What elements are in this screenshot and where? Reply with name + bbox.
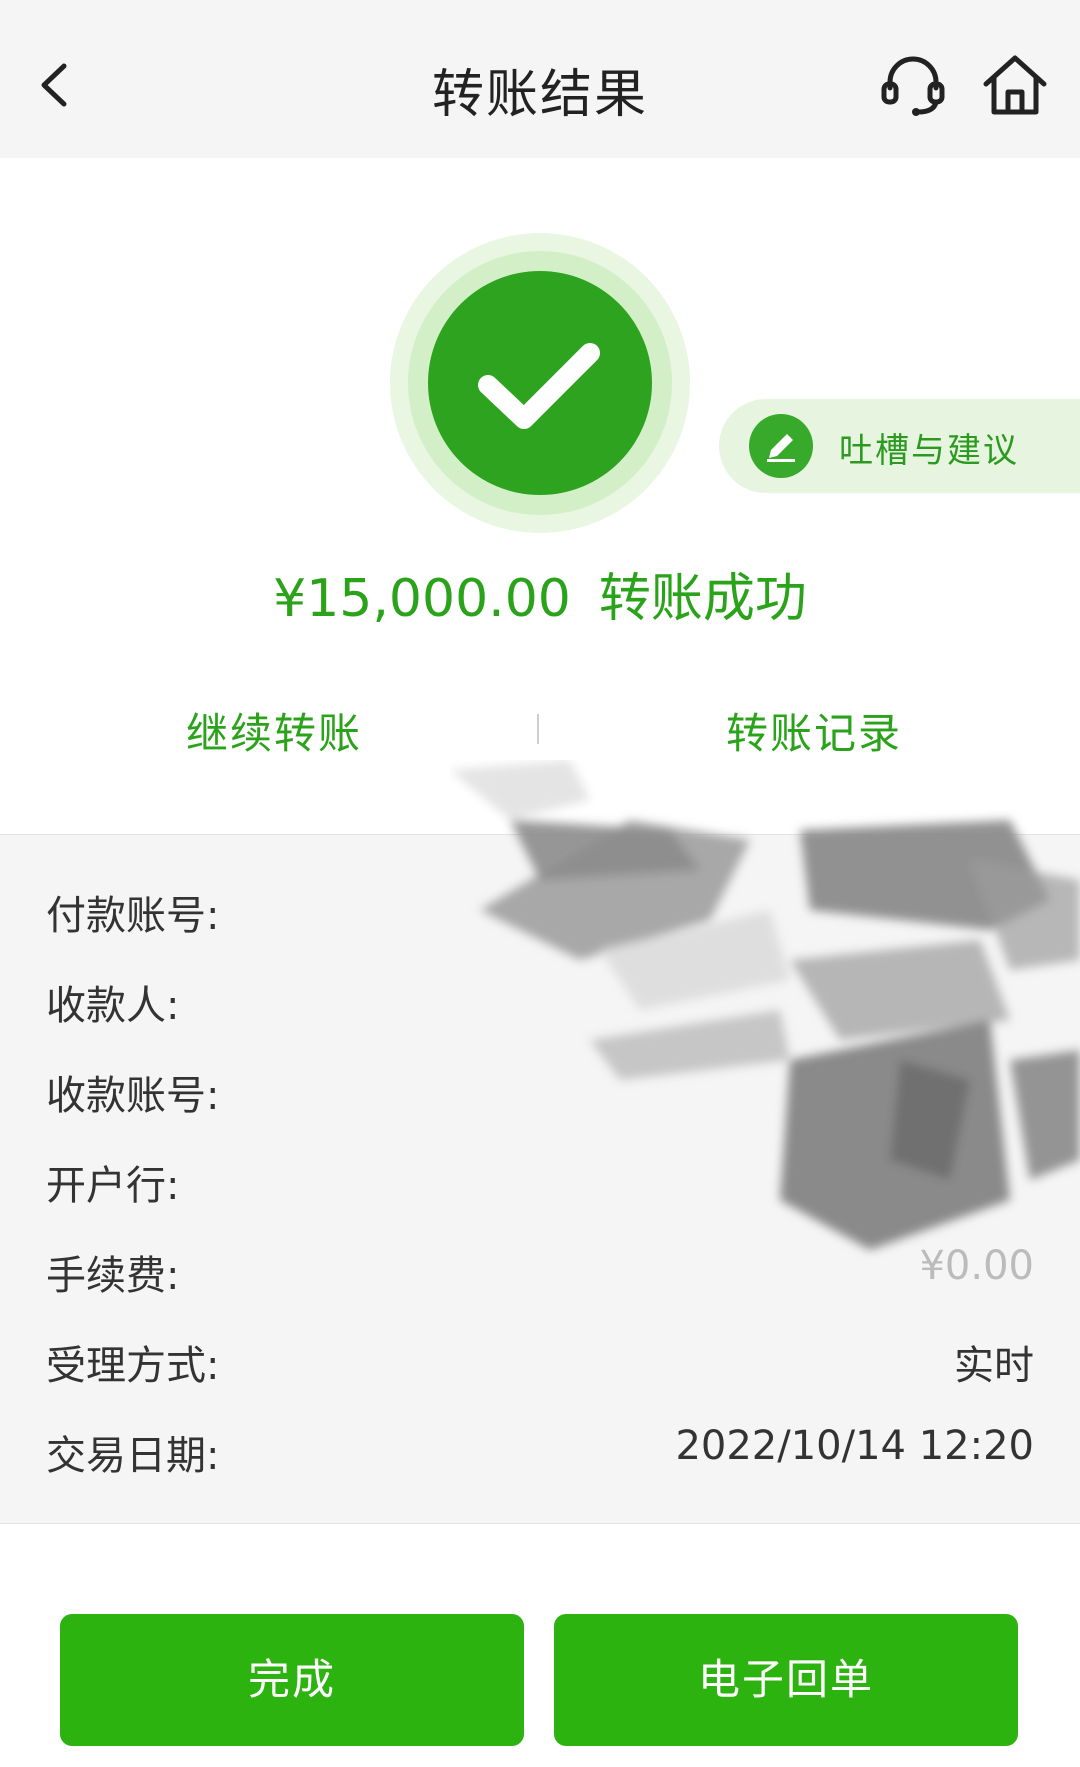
detail-label: 开户行: [46,1163,180,1209]
feedback-label: 吐槽与建议 [839,431,1019,471]
transfer-status: 转账成功 [598,569,807,629]
detail-row-payer-account: 付款账号: [0,883,1080,943]
e-receipt-button[interactable]: 电子回单 [554,1614,1018,1746]
detail-row-payee-account: 收款账号: [0,1063,1080,1123]
transfer-result-page: 转账结果 吐槽与建议 ¥15,000.00 转账成功 继续转账 转账记录 付款账… [0,0,1080,1767]
customer-support-button[interactable] [878,50,948,120]
pencil-icon [767,434,795,462]
detail-value: 实时 [954,1343,1034,1389]
detail-label: 受理方式: [46,1343,220,1389]
home-button[interactable] [978,48,1052,122]
header-bar: 转账结果 [0,0,1080,158]
detail-row-payee: 收款人: [0,973,1080,1033]
feedback-button[interactable]: 吐槽与建议 [719,399,1080,493]
detail-label: 收款人: [46,983,180,1029]
detail-value: 2022/10/14 12:20 [675,1423,1034,1469]
continue-transfer-link[interactable]: 继续转账 [186,700,362,761]
detail-row-processing: 受理方式: 实时 [0,1333,1080,1393]
detail-value: ¥0.00 [919,1243,1034,1289]
detail-label: 交易日期: [46,1433,220,1479]
transfer-details: 付款账号: 收款人: 收款账号: 开户行: 手续费: ¥0.00 受理方式: 实… [0,834,1080,1524]
transfer-records-link[interactable]: 转账记录 [726,700,902,761]
transfer-result: ¥15,000.00 转账成功 [0,556,1080,631]
success-badge [390,233,690,533]
checkmark-icon [478,343,600,429]
transfer-amount: ¥15,000.00 [273,569,571,629]
detail-label: 手续费: [46,1253,180,1299]
detail-row-bank: 开户行: [0,1153,1080,1213]
detail-label: 付款账号: [46,893,220,939]
headset-icon [881,56,945,116]
detail-label: 收款账号: [46,1073,220,1119]
link-divider [537,714,539,744]
home-icon [983,55,1047,115]
detail-row-date: 交易日期: 2022/10/14 12:20 [0,1423,1080,1483]
detail-row-fee: 手续费: ¥0.00 [0,1243,1080,1303]
done-button[interactable]: 完成 [60,1614,524,1746]
